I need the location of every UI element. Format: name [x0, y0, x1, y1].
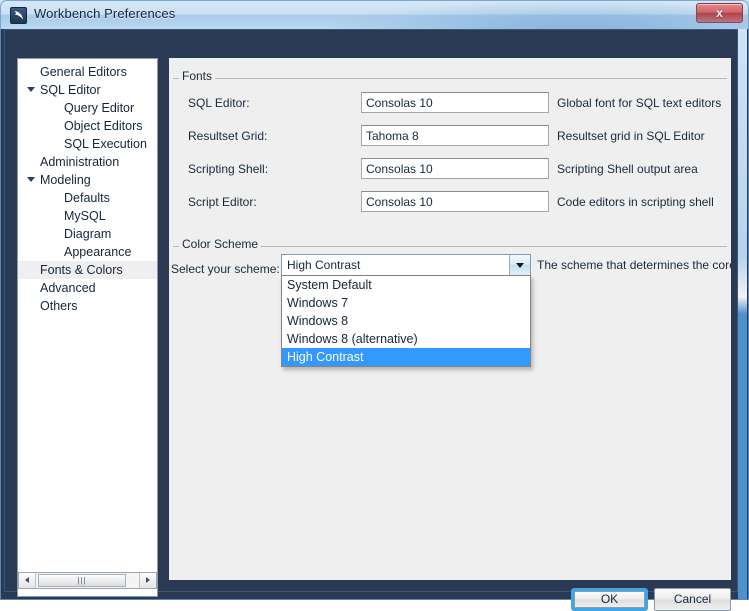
sidebar-item-label: Fonts & Colors: [40, 263, 123, 277]
scheme-option[interactable]: Windows 8: [282, 312, 530, 330]
font-setting-row: Scripting Shell: Scripting Shell output a…: [171, 158, 729, 182]
preferences-window: Workbench Preferences x General Editors S…: [0, 0, 749, 600]
sidebar-item-label: Query Editor: [64, 101, 134, 115]
close-icon: x: [697, 4, 742, 22]
sidebar-item-appearance[interactable]: Appearance: [18, 243, 157, 261]
sidebar-item-others[interactable]: Others: [18, 297, 157, 315]
scrollbar-thumb[interactable]: |||: [38, 574, 126, 587]
scheme-select-label: Select your scheme:: [171, 262, 280, 276]
sidebar-item-sql-editor[interactable]: SQL Editor: [18, 81, 157, 99]
scheme-option[interactable]: System Default: [282, 276, 530, 294]
sidebar-item-label: SQL Execution: [64, 137, 147, 151]
scheme-select-value: High Contrast: [287, 258, 360, 272]
sidebar-item-sql-execution[interactable]: SQL Execution: [18, 135, 157, 153]
font-setting-description: Code editors in scripting shell: [557, 195, 714, 209]
tree-expander-expanded-icon[interactable]: [27, 177, 35, 182]
window-title: Workbench Preferences: [34, 6, 175, 21]
font-setting-label: Resultset Grid:: [188, 129, 267, 143]
fonts-groupbox-label: Fonts: [179, 69, 215, 83]
scroll-left-arrow-icon[interactable]: [19, 573, 36, 588]
window-right-edge: [738, 29, 747, 599]
scheme-dropdown-list[interactable]: System DefaultWindows 7Windows 8Windows …: [281, 275, 531, 367]
fonts-groupbox: Fonts SQL Editor: Global font for SQL tex…: [171, 70, 729, 220]
preferences-tree[interactable]: General Editors SQL Editor Query Editor Obj…: [17, 58, 158, 597]
sidebar-item-label: Modeling: [40, 173, 91, 187]
scheme-option[interactable]: High Contrast: [282, 348, 530, 366]
scroll-right-arrow-icon[interactable]: [139, 573, 156, 588]
groupbox-divider: [173, 78, 727, 79]
font-setting-row: SQL Editor: Global font for SQL text edit…: [171, 92, 729, 116]
sidebar-item-fonts-colors[interactable]: Fonts & Colors: [18, 261, 157, 279]
sidebar-item-general-editors[interactable]: General Editors: [18, 63, 157, 81]
sidebar-item-defaults[interactable]: Defaults: [18, 189, 157, 207]
sidebar-item-advanced[interactable]: Advanced: [18, 279, 157, 297]
sidebar-item-label: Object Editors: [64, 119, 143, 133]
font-setting-label: Script Editor:: [188, 195, 257, 209]
sidebar-item-label: SQL Editor: [40, 83, 101, 97]
window-body: General Editors SQL Editor Query Editor Obj…: [0, 29, 749, 600]
workbench-dolphin-icon: [10, 7, 27, 24]
font-setting-row: Script Editor: Code editors in scripting …: [171, 191, 729, 215]
sidebar-item-mysql[interactable]: MySQL: [18, 207, 157, 225]
tree-expander-expanded-icon[interactable]: [27, 87, 35, 92]
scheme-option[interactable]: Windows 7: [282, 294, 530, 312]
sidebar-item-label: Others: [40, 299, 78, 313]
scrollbar-track[interactable]: |||: [36, 573, 139, 588]
sidebar-item-label: Advanced: [40, 281, 96, 295]
color-scheme-groupbox-label: Color Scheme: [179, 237, 261, 251]
font-setting-input[interactable]: [361, 158, 549, 179]
sidebar-item-label: MySQL: [64, 209, 106, 223]
preferences-content-panel: Fonts SQL Editor: Global font for SQL tex…: [169, 58, 731, 580]
sidebar-item-administration[interactable]: Administration: [18, 153, 157, 171]
font-setting-label: SQL Editor:: [188, 96, 250, 110]
chevron-down-icon[interactable]: [509, 255, 530, 275]
sidebar-item-label: Defaults: [64, 191, 110, 205]
sidebar-item-diagram[interactable]: Diagram: [18, 225, 157, 243]
sidebar-item-label: General Editors: [40, 65, 127, 79]
scrollbar-grip-icon: |||: [77, 577, 86, 585]
sidebar-item-label: Diagram: [64, 227, 111, 241]
scheme-option[interactable]: Windows 8 (alternative): [282, 330, 530, 348]
font-setting-description: Global font for SQL text editors: [557, 96, 721, 110]
sidebar-item-label: Appearance: [64, 245, 131, 259]
sidebar-item-object-editors[interactable]: Object Editors: [18, 117, 157, 135]
font-setting-description: Scripting Shell output area: [557, 162, 698, 176]
font-setting-input[interactable]: [361, 191, 549, 212]
scheme-select[interactable]: High Contrast: [281, 254, 531, 276]
sidebar-item-modeling[interactable]: Modeling: [18, 171, 157, 189]
font-setting-row: Resultset Grid: Resultset grid in SQL Edi…: [171, 125, 729, 149]
tree-horizontal-scrollbar[interactable]: |||: [18, 572, 157, 589]
close-button[interactable]: x: [696, 3, 743, 23]
title-bar: Workbench Preferences x: [0, 0, 749, 29]
scheme-description: The scheme that determines the core col: [537, 258, 731, 272]
sidebar-item-label: Administration: [40, 155, 119, 169]
font-setting-input[interactable]: [361, 125, 549, 146]
font-setting-label: Scripting Shell:: [188, 162, 268, 176]
font-setting-description: Resultset grid in SQL Editor: [557, 129, 705, 143]
sidebar-item-query-editor[interactable]: Query Editor: [18, 99, 157, 117]
font-setting-input[interactable]: [361, 92, 549, 113]
